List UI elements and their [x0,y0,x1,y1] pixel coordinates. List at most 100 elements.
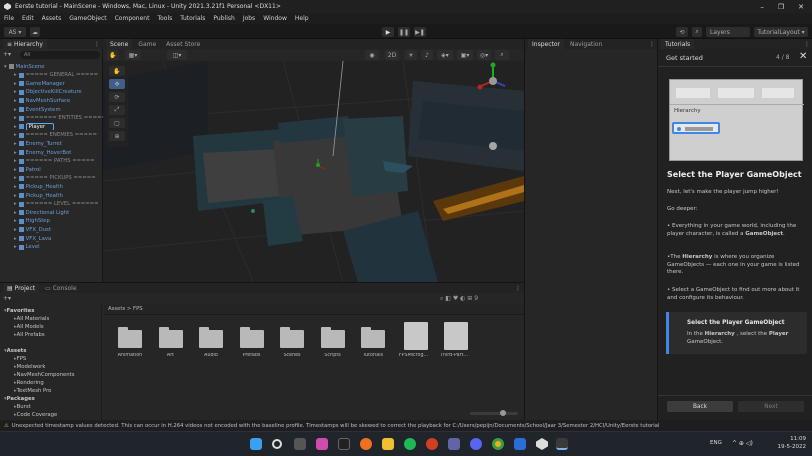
hand-tool-icon[interactable]: ✋ [107,50,119,60]
light-toggle-icon[interactable]: ☀ [405,50,417,60]
expand-arrow-icon[interactable]: ▸ [14,132,17,138]
hierarchy-item[interactable]: ▸ ======= ENTITIES ====== [0,115,103,122]
close-button[interactable]: ✕ [798,3,804,11]
layers-dropdown[interactable]: Layers [706,27,750,37]
hierarchy-item[interactable]: ▸ EventSystem [0,106,103,113]
search-taskbar-icon[interactable] [272,439,282,449]
shading-mode-icon[interactable]: ◉ [365,50,379,60]
next-button[interactable]: Next [738,401,804,412]
file-explorer-icon[interactable] [382,438,394,450]
expand-arrow-icon[interactable]: ▸ [14,81,17,87]
project-toolbar-icons[interactable]: ⌕ ◧ ♥ ◐ ⊞ 9 [440,295,520,303]
maximize-button[interactable]: ❐ [778,3,784,11]
task-view-icon[interactable] [294,438,306,450]
widgets-icon[interactable] [338,438,350,450]
asset-folder-icon[interactable] [158,327,183,348]
project-tree-item[interactable]: ▸ All Prefabs [0,331,102,339]
menu-file[interactable]: File [4,15,14,22]
console-status-bar[interactable]: ⚠ Unexpected timestamp values detected. … [0,420,812,431]
history-icon[interactable]: ⟲ [676,27,688,37]
powerpoint-icon[interactable] [426,438,438,450]
tab-console[interactable]: ▭ Console [41,283,80,293]
chrome-icon[interactable] [492,438,504,450]
project-tree-item[interactable]: ▸ FPS [0,355,102,363]
global-dropdown[interactable]: ◫▾ [167,50,187,60]
unity-hub-icon[interactable] [536,438,548,450]
hierarchy-item[interactable]: ▸ NavMeshSurface [0,97,103,104]
project-tree-item[interactable]: ▸ NavMeshComponents [0,371,102,379]
hierarchy-search-input[interactable]: All [20,51,100,59]
expand-arrow-icon[interactable]: ▸ [14,167,17,173]
hierarchy-item[interactable]: ▸ VFX_Lava [0,235,103,242]
scale-tool-icon[interactable]: ⤢ [109,105,125,115]
tab-tutorials[interactable]: Tutorials [661,39,695,49]
hierarchy-item[interactable]: ▸ VFX_Dust [0,226,103,233]
project-tree-item[interactable]: ▸ Rendering [0,379,102,387]
project-add-icon[interactable]: +▾ [3,295,17,303]
menu-publish[interactable]: Publish [213,15,234,22]
back-button[interactable]: Back [667,401,733,412]
project-tree-item[interactable]: ▸ All Materials [0,315,102,323]
transform-tool-icon[interactable]: ⊕ [109,131,125,141]
scene-viewport[interactable] [103,61,524,282]
view-tool-icon[interactable]: ✋ [109,66,125,76]
discord-icon[interactable] [470,438,482,450]
menu-assets[interactable]: Assets [42,15,62,22]
menu-edit[interactable]: Edit [22,15,34,22]
project-tree-item[interactable]: ▸ Burst [0,403,102,411]
tutorials-more-icon[interactable]: ⋮ [804,41,812,48]
word-icon[interactable] [514,438,526,450]
scene-view[interactable]: Scene Game Asset Store ✋ ▦▾ ◫▾ ◉ 2D ☀ ♪ … [103,39,524,282]
pivot-dropdown[interactable]: ▦▾ [125,50,141,60]
hierarchy-item[interactable]: ▸ ObjectiveKillCreature [0,89,103,96]
hierarchy-item[interactable]: ▸ Enemy_Turret [0,140,103,147]
play-button[interactable]: ▶ [382,27,394,37]
hierarchy-item[interactable]: ▸ ===== GENERAL ===== [0,72,103,79]
expand-arrow-icon[interactable]: ▸ [14,72,17,78]
hierarchy-item[interactable]: ▸ ====== PATHS ===== [0,158,103,165]
hierarchy-item[interactable]: ▸ Directional Light [0,209,103,216]
expand-arrow-icon[interactable]: ▸ [14,124,17,130]
project-more-icon[interactable]: ⋮ [515,285,524,292]
menu-jobs[interactable]: Jobs [243,15,255,22]
gizmos-dropdown[interactable]: ◎▾ [477,50,491,60]
step-button[interactable]: ▶❚ [414,27,426,37]
expand-arrow-icon[interactable]: ▸ [14,210,17,216]
asset-folder-icon[interactable] [361,327,385,348]
pause-button[interactable]: ❚❚ [398,27,410,37]
project-tree-item[interactable]: ▾ Assets [0,347,102,355]
2d-toggle[interactable]: 2D [385,50,399,60]
search-icon[interactable]: ⌕ [692,27,702,37]
audio-toggle-icon[interactable]: ♪ [421,50,433,60]
hierarchy-item[interactable]: ▸ Level [0,244,103,251]
expand-arrow-icon[interactable]: ▸ [14,98,17,104]
expand-arrow-icon[interactable]: ▸ [14,244,17,250]
menu-tools[interactable]: Tools [157,15,172,22]
hierarchy-item[interactable]: ▸ ====== LEVEL ====== [0,201,103,208]
menu-component[interactable]: Component [115,15,150,22]
unity-editor-icon[interactable] [556,438,568,450]
minimize-button[interactable]: – [760,3,764,11]
hierarchy-item[interactable]: ▸ ===== ENEMIES ===== [0,132,103,139]
expand-arrow-icon[interactable]: ▸ [14,158,17,164]
camera-dropdown[interactable]: ▣▾ [457,50,473,60]
hierarchy-item[interactable]: ▾ MainScene [0,63,103,70]
layout-dropdown[interactable]: TutorialLayout ▾ [754,27,808,37]
tab-project[interactable]: ▤ Project [3,283,40,293]
asset-document-icon[interactable] [444,322,468,350]
menu-help[interactable]: Help [295,15,309,22]
menu-tutorials[interactable]: Tutorials [180,15,205,22]
tab-navigation[interactable]: Navigation [566,39,606,49]
asset-folder-icon[interactable] [239,327,264,348]
expand-arrow-icon[interactable]: ▸ [14,193,17,199]
expand-arrow-icon[interactable]: ▸ [14,115,17,121]
teams-icon[interactable] [448,438,460,450]
expand-arrow-icon[interactable]: ▸ [14,236,17,242]
hierarchy-item[interactable]: ▸ GameManager [0,80,103,87]
start-icon[interactable] [250,438,262,450]
expand-arrow-icon[interactable]: ▸ [14,201,17,207]
hierarchy-item[interactable]: ▸ Enemy_HoverBot [0,149,103,156]
tab-inspector[interactable]: Inspector [528,39,564,49]
expand-arrow-icon[interactable]: ▸ [14,141,17,147]
expand-arrow-icon[interactable]: ▸ [14,107,17,113]
